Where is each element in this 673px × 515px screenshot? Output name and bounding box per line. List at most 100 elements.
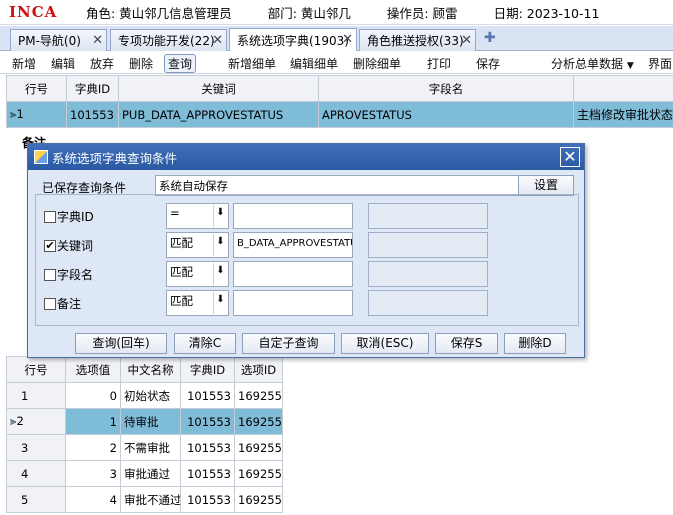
operator-select[interactable]: 匹配 ⬇ [166,290,229,316]
tab-sys-dict[interactable]: 系统选项字典(1903) ✕ [229,28,357,52]
checkbox-checked[interactable]: ✔ [44,239,56,252]
option-id-cell[interactable]: 1692552 [234,408,283,435]
option-id-cell[interactable]: 1692554 [234,460,283,487]
operator-select[interactable]: 匹配 ⬇ [166,232,229,258]
tab-label: 系统选项字典(1903) [237,34,349,48]
desc-cell[interactable]: 主档修改审批状态 [573,101,673,128]
operator-select[interactable]: 匹配 ⬇ [166,261,229,287]
checkbox[interactable] [44,210,56,223]
option-id-cell[interactable]: 1692553 [234,434,283,461]
cn-name-cell[interactable]: 审批不通过 [120,486,181,513]
tab-pm-nav[interactable]: PM-导航(0) ✕ [10,29,107,51]
condition-checkbox-keyword[interactable]: ✔ 关键词 [44,237,93,254]
save-button[interactable]: 保存 [476,55,500,72]
condition-checkbox-dict-id[interactable]: 字典ID [44,208,94,225]
new-button[interactable]: 新增 [12,55,36,72]
analyze-dropdown[interactable]: 分析总单数据 ▼ [551,55,634,72]
checkbox[interactable] [44,268,56,281]
tab-role-push[interactable]: 角色推送授权(33) ✕ [359,29,476,51]
col-header[interactable]: 行号 [6,75,67,102]
ui-button[interactable]: 界面 [648,55,672,72]
dropdown-arrow-icon[interactable]: ⬇ [213,263,227,285]
condition-label: 关键词 [57,239,94,253]
dialog-titlebar[interactable]: 系统选项字典查询条件 [28,144,584,170]
table-row[interactable]: 10初始状态1015531692551 [6,382,283,409]
condition-value-input[interactable] [233,261,353,287]
print-button[interactable]: 打印 [427,55,451,72]
close-icon[interactable]: ✕ [92,33,103,48]
table-row[interactable]: 54审批不通过1015531692555 [6,486,283,513]
table-row[interactable]: ⫸21待审批1015531692552 [6,408,283,435]
col-header[interactable]: 字典ID [66,75,119,102]
col-header[interactable]: 选项值 [65,356,121,383]
checkbox[interactable] [44,297,56,310]
header-bar: INCA 角色: 黄山邻几信息管理员 部门: 黄山邻几 操作员: 顾雷 日期: … [0,0,673,25]
condition-value2-input [368,261,488,287]
add-tab-icon[interactable]: ✚ [484,30,496,46]
col-header[interactable]: 选项ID [234,356,283,383]
dict-id-cell[interactable]: 101553 [180,460,235,487]
discard-button[interactable]: 放弃 [90,55,114,72]
operator-value: 匹配 [170,294,193,308]
edit-button[interactable]: 编辑 [51,55,75,72]
condition-value-input[interactable] [233,290,353,316]
col-header[interactable]: 中文名称 [120,356,181,383]
close-icon[interactable]: ✕ [212,33,223,48]
save-query-button[interactable]: 保存S [435,333,498,354]
option-value-cell[interactable]: 0 [65,382,121,409]
dict-id-cell[interactable]: 101553 [180,486,235,513]
cn-name-cell[interactable]: 初始状态 [120,382,181,409]
col-header[interactable] [573,75,673,102]
close-icon[interactable]: ✕ [560,147,580,167]
option-id-cell[interactable]: 1692555 [234,486,283,513]
delete-detail-button[interactable]: 删除细单 [353,55,401,72]
option-id-cell[interactable]: 1692551 [234,382,283,409]
custom-subquery-button[interactable]: 自定子查询 [242,333,335,354]
condition-checkbox-remark[interactable]: 备注 [44,295,81,312]
condition-value2-input [368,290,488,316]
delete-button[interactable]: 删除 [129,55,153,72]
option-value-cell[interactable]: 1 [65,408,121,435]
condition-value-input[interactable] [233,203,353,229]
table-row[interactable]: ⫸1 101553 PUB_DATA_APPROVESTATUS APROVES… [6,101,673,128]
cn-name-cell[interactable]: 待审批 [120,408,181,435]
cn-name-cell[interactable]: 不需审批 [120,434,181,461]
col-header[interactable]: 字段名 [318,75,574,102]
condition-value-input[interactable]: B_DATA_APPROVESTATUS [233,232,353,258]
condition-checkbox-field[interactable]: 字段名 [44,266,93,283]
query-submit-button[interactable]: 查询(回车) [75,333,167,354]
tab-label: PM-导航(0) [18,34,81,48]
date-info: 日期: 2023-10-11 [493,5,600,21]
clear-button[interactable]: 清除C [174,333,236,354]
cancel-button[interactable]: 取消(ESC) [341,333,429,354]
operator-select[interactable]: = ⬇ [166,203,229,229]
keyword-cell[interactable]: PUB_DATA_APPROVESTATUS [118,101,319,128]
option-value-cell[interactable]: 4 [65,486,121,513]
dropdown-arrow-icon[interactable]: ⬇ [213,234,227,256]
option-value-cell[interactable]: 3 [65,460,121,487]
delete-query-button[interactable]: 删除D [504,333,566,354]
dict-id-cell[interactable]: 101553 [66,101,119,128]
dict-id-cell[interactable]: 101553 [180,434,235,461]
col-header[interactable]: 行号 [6,356,66,383]
dropdown-arrow-icon[interactable]: ⬇ [213,292,227,314]
col-header[interactable]: 字典ID [180,356,235,383]
table-row[interactable]: 32不需审批1015531692553 [6,434,283,461]
query-button[interactable]: 查询 [164,54,197,73]
tab-special-dev[interactable]: 专项功能开发(22) ✕ [110,29,227,51]
table-row[interactable]: 43审批通过1015531692554 [6,460,283,487]
field-cell[interactable]: APROVESTATUS [318,101,574,128]
settings-button[interactable]: 设置 [518,175,574,196]
option-value-cell[interactable]: 2 [65,434,121,461]
cn-name-cell[interactable]: 审批通过 [120,460,181,487]
dropdown-arrow-icon[interactable]: ⬇ [213,205,227,227]
saved-query-select[interactable]: 系统自动保存⬇ [155,175,542,196]
dict-id-cell[interactable]: 101553 [180,408,235,435]
close-icon[interactable]: ✕ [342,32,353,47]
dict-id-cell[interactable]: 101553 [180,382,235,409]
edit-detail-button[interactable]: 编辑细单 [290,55,338,72]
operator-value: = [170,206,180,220]
close-icon[interactable]: ✕ [461,33,472,48]
col-header[interactable]: 关键词 [118,75,319,102]
add-detail-button[interactable]: 新增细单 [228,55,276,72]
